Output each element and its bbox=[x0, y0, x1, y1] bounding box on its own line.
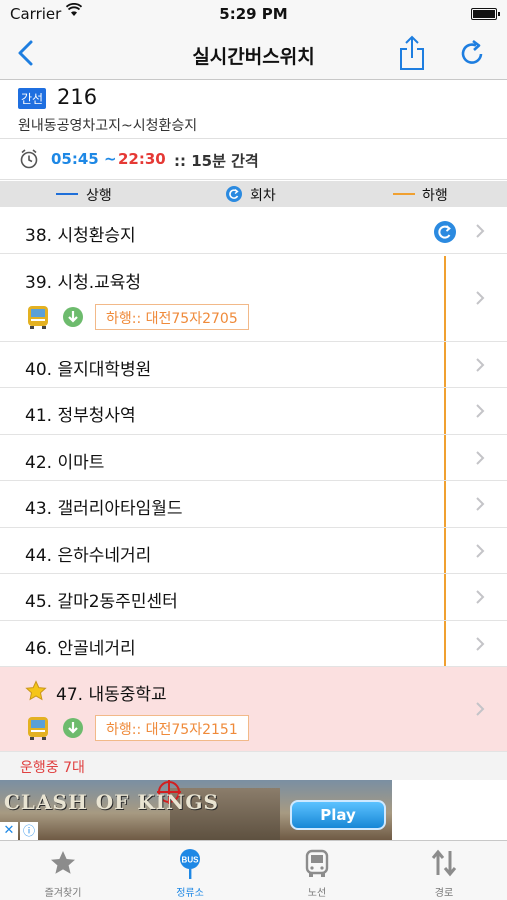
chevron-right-icon bbox=[476, 358, 485, 372]
tab-label: 즐겨찾기 bbox=[44, 888, 82, 899]
direction-legend: 상행 회차 하행 bbox=[0, 181, 507, 207]
tab-stops[interactable]: BUS 정류소 bbox=[127, 841, 253, 900]
share-button[interactable] bbox=[396, 34, 428, 72]
bus-stop-icon: BUS bbox=[180, 849, 200, 879]
stop-name: 41. 정부청사역 bbox=[25, 406, 136, 426]
stop-name: 43. 갤러리아타임월드 bbox=[25, 499, 183, 519]
ad-play-button[interactable]: Play bbox=[290, 800, 386, 830]
tab-routes[interactable]: 노선 bbox=[254, 841, 380, 900]
running-count-bar: 운행중 7대 bbox=[0, 752, 507, 780]
stop-row[interactable]: 43. 갤러리아타임월드 bbox=[0, 481, 507, 528]
schedule-bar: 05:45 ~ 22:30 :: 15분 간격 bbox=[0, 140, 507, 180]
stop-row[interactable]: 45. 갈마2동주민센터 bbox=[0, 574, 507, 621]
stop-row-favorite[interactable]: 47. 내동중학교 하행:: 대전75자2151 bbox=[0, 667, 507, 752]
star-icon bbox=[51, 851, 75, 874]
bus-icon bbox=[28, 717, 48, 740]
ad-close-icon[interactable]: ✕ bbox=[0, 822, 18, 840]
up-direction-line bbox=[56, 193, 78, 195]
bus-stop-icon-text: BUS bbox=[182, 856, 200, 865]
tab-directions[interactable]: 경로 bbox=[381, 841, 507, 900]
stop-name: 38. 시청환승지 bbox=[25, 226, 136, 246]
stop-row[interactable]: 39. 시청.교육청 하행:: 대전75자2705 bbox=[0, 254, 507, 342]
chevron-right-icon bbox=[476, 590, 485, 604]
turnaround-label: 회차 bbox=[250, 188, 276, 204]
tab-label: 정류소 bbox=[176, 888, 204, 899]
stop-row[interactable]: 42. 이마트 bbox=[0, 435, 507, 481]
tab-label: 경로 bbox=[434, 888, 454, 899]
status-bar: Carrier 5:29 PM bbox=[0, 0, 507, 28]
route-type-badge: 간선 bbox=[18, 88, 47, 109]
chevron-right-icon bbox=[476, 404, 485, 418]
bus-plate-tag: 하행:: 대전75자2151 bbox=[95, 715, 249, 741]
bus-icon bbox=[28, 306, 48, 329]
interval-text: :: 15분 간격 bbox=[174, 152, 259, 170]
stop-row[interactable]: 41. 정부청사역 bbox=[0, 388, 507, 435]
star-icon bbox=[25, 680, 47, 701]
chevron-right-icon bbox=[476, 544, 485, 558]
route-path: 원내동공영차고지~시청환승지 bbox=[18, 118, 198, 134]
stop-name: 42. 이마트 bbox=[25, 453, 105, 473]
ad-banner[interactable]: CLASH OF KINGS Play ✕ ⓘ bbox=[0, 780, 507, 840]
down-arrow-icon bbox=[63, 307, 83, 327]
turnaround-icon bbox=[226, 186, 242, 202]
stop-name: 45. 갈마2동주민센터 bbox=[25, 592, 178, 612]
stop-name: 39. 시청.교육청 bbox=[25, 273, 142, 293]
stop-row[interactable]: 46. 안골네거리 bbox=[0, 621, 507, 667]
down-direction-label: 하행 bbox=[422, 188, 448, 204]
running-count: 운행중 7대 bbox=[20, 760, 85, 776]
turnaround-icon bbox=[434, 221, 456, 243]
chevron-right-icon bbox=[476, 451, 485, 465]
stop-name: 46. 안골네거리 bbox=[25, 639, 136, 659]
ad-info-icon[interactable]: ⓘ bbox=[20, 822, 38, 840]
route-number: 216 bbox=[57, 85, 98, 109]
stop-name: 47. 내동중학교 bbox=[56, 685, 167, 705]
bus-icon bbox=[305, 849, 329, 877]
chevron-right-icon bbox=[476, 497, 485, 511]
stop-row[interactable]: 38. 시청환승지 bbox=[0, 208, 507, 254]
alarm-clock-icon bbox=[19, 148, 39, 170]
refresh-button[interactable] bbox=[456, 37, 488, 69]
swap-arrows-icon bbox=[431, 849, 457, 877]
stop-row[interactable]: 44. 은하수네거리 bbox=[0, 528, 507, 574]
chevron-right-icon bbox=[476, 291, 485, 305]
clock-time: 5:29 PM bbox=[219, 5, 288, 23]
chevron-right-icon bbox=[476, 224, 485, 238]
stop-row[interactable]: 40. 을지대학병원 bbox=[0, 342, 507, 388]
chevron-right-icon bbox=[476, 702, 485, 716]
tab-bar: 즐겨찾기 BUS 정류소 노선 경로 bbox=[0, 840, 507, 900]
down-arrow-icon bbox=[63, 718, 83, 738]
first-bus-time: 05:45 ~ bbox=[51, 150, 117, 168]
down-direction-line bbox=[393, 193, 415, 195]
up-direction-label: 상행 bbox=[86, 188, 112, 204]
navigation-bar: 실시간버스위치 bbox=[0, 28, 507, 80]
ad-logo: CLASH OF KINGS bbox=[4, 790, 219, 814]
battery-icon bbox=[471, 8, 500, 20]
tab-label: 노선 bbox=[307, 888, 327, 899]
page-title: 실시간버스위치 bbox=[192, 46, 315, 68]
bus-plate-tag: 하행:: 대전75자2705 bbox=[95, 304, 249, 330]
tab-favorites[interactable]: 즐겨찾기 bbox=[0, 841, 126, 900]
route-info: 간선 216 원내동공영차고지~시청환승지 bbox=[0, 81, 507, 139]
stop-name: 44. 은하수네거리 bbox=[25, 546, 152, 566]
stop-name: 40. 을지대학병원 bbox=[25, 360, 152, 380]
stop-list[interactable]: 38. 시청환승지 39. 시청.교육청 하행:: 대전75자2705 40. … bbox=[0, 208, 507, 752]
last-bus-time: 22:30 bbox=[118, 150, 166, 168]
ad-image[interactable]: CLASH OF KINGS Play ✕ ⓘ bbox=[0, 780, 392, 840]
chevron-right-icon bbox=[476, 637, 485, 651]
